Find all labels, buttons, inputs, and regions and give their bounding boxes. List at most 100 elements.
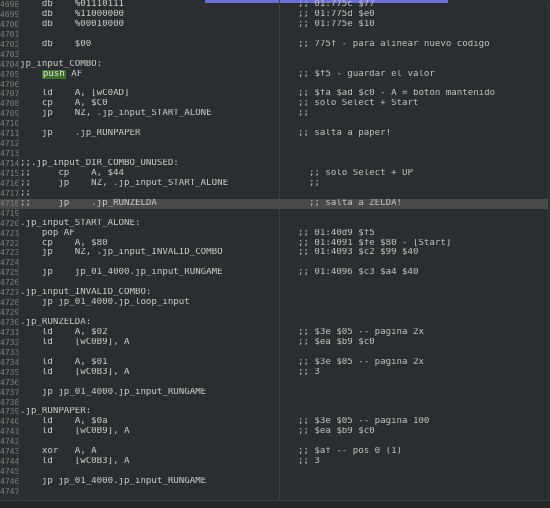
code-line[interactable]: 4719 <box>0 209 550 219</box>
code-line[interactable]: 4726 <box>0 278 550 288</box>
code-line[interactable]: 4704 jp_input_COMBO: <box>0 60 550 70</box>
code-line[interactable]: 4724 <box>0 258 550 268</box>
code-text[interactable]: ld [wC0B9], A <box>20 427 278 437</box>
code-line[interactable]: 4727 .jp_input_INVALID_COMBO: <box>0 288 550 298</box>
code-line[interactable]: 4732 ld [wC0B9], A ;; $ea $b9 $c0 <box>0 338 550 348</box>
code-text[interactable]: ;; <box>20 189 278 199</box>
code-text[interactable]: ld [wC0B3], A <box>20 457 278 467</box>
code-line[interactable]: 4720 .jp_input_START_ALONE: <box>0 219 550 229</box>
code-text[interactable]: jp_input_COMBO: <box>20 60 278 70</box>
code-text[interactable]: cp A, $80 <box>20 239 278 249</box>
code-line[interactable]: 4712 <box>0 139 550 149</box>
code-text[interactable]: jp NZ, .jp_input_INVALID_COMBO <box>20 248 278 258</box>
code-line[interactable]: 4711 jp .jp_RUNPAPER ;; salta a paper! <box>0 129 550 139</box>
code-text[interactable]: ld A, $01 <box>20 358 278 368</box>
code-comment: ;; $af -- pos 0 (1) <box>298 447 403 457</box>
code-line[interactable]: 4698 db %01110111 ;; 01:775c $77 <box>0 0 550 10</box>
code-line[interactable]: 4722 cp A, $80 ;; 01:4091 $fe $80 - [Star… <box>0 239 550 249</box>
code-line[interactable]: 4725 jp jp_01_4000.jp_input_RUNGAME ;; 01… <box>0 268 550 278</box>
code-line[interactable]: 4715;; cp A, $44 ;; solo Select + UP <box>0 169 550 179</box>
code-line[interactable]: 4741 ld [wC0B9], A ;; $ea $b9 $c0 <box>0 427 550 437</box>
code-text[interactable]: .jp_RUNZELDA: <box>20 318 278 328</box>
code-line[interactable]: 4730 .jp_RUNZELDA: <box>0 318 550 328</box>
code-line[interactable]: 4703 <box>0 50 550 60</box>
code-line[interactable]: 4718;; jp .jp_RUNZELDA ;; salta a ZELDA! <box>0 198 550 209</box>
code-text[interactable]: jp .jp_RUNPAPER <box>20 129 278 139</box>
code-lines[interactable]: 4698 db %01110111;; 01:775c $77 4699 db %… <box>0 0 550 497</box>
code-line[interactable]: 4714 ;;.jp_input_DIR_COMBO_UNUSED: <box>0 159 550 169</box>
code-text[interactable]: ld [wC0B3], A <box>20 368 278 378</box>
code-text[interactable]: jp jp_01_4000.jp_input_RUNGAME <box>20 268 278 278</box>
code-text[interactable]: ld [wC0B9], A <box>20 338 278 348</box>
code-text[interactable]: ;; jp NZ, .jp_input_START_ALONE <box>20 179 278 189</box>
code-text[interactable]: ;;.jp_input_DIR_COMBO_UNUSED: <box>20 159 278 169</box>
code-text[interactable]: .jp_input_INVALID_COMBO: <box>20 288 278 298</box>
line-number: 4732 <box>0 337 18 347</box>
code-line[interactable]: 4721 pop AF ;; 01:40d9 $f5 <box>0 229 550 239</box>
code-text[interactable]: ld A, [wC0AD] <box>20 89 278 99</box>
code-text[interactable]: pop AF <box>20 229 278 239</box>
code-line[interactable]: 4745 <box>0 467 550 477</box>
code-line[interactable]: 4746 jp jp_01_4000.jp_input_RUNGAME <box>0 477 550 487</box>
line-number: 4730 <box>0 318 18 327</box>
code-line[interactable]: 4733 <box>0 348 550 358</box>
code-text[interactable]: jp jp_01_4000.jp_input_RUNGAME <box>20 477 278 487</box>
code-editor[interactable]: 4698 db %01110111;; 01:775c $77 4699 db %… <box>0 0 550 500</box>
code-text[interactable]: db %11000000 <box>20 10 278 20</box>
line-number: 4699 <box>0 9 18 19</box>
code-text[interactable]: .jp_RUNPAPER: <box>20 407 278 417</box>
code-text[interactable]: ;; cp A, $44 <box>20 169 278 179</box>
code-line[interactable]: 4700 db %00010000 ;; 01:775e $10 <box>0 20 550 30</box>
code-line[interactable]: 4731 ld A, $02 ;; $3e $05 -- pagina 2x <box>0 328 550 338</box>
code-line[interactable]: 4734 ld A, $01 ;; $3e $05 -- pagina 2x <box>0 358 550 368</box>
code-line[interactable]: 4717;; <box>0 189 550 199</box>
code-operand: AF <box>65 69 83 79</box>
code-line[interactable]: 4744 ld [wC0B3], A ;; 3 <box>0 457 550 467</box>
code-text[interactable]: .jp_input_START_ALONE: <box>20 219 278 229</box>
line-number: 4734 <box>0 357 18 367</box>
code-line[interactable]: 4716;; jp NZ, .jp_input_START_ALONE ;; <box>0 179 550 189</box>
line-number: 4733 <box>0 347 18 357</box>
code-line[interactable]: 4729 <box>0 308 550 318</box>
code-line[interactable]: 4737 jp jp_01_4000.jp_input_RUNGAME <box>0 388 550 398</box>
line-number: 4704 <box>0 59 18 69</box>
code-comment: ;; $3e $05 -- pagina 2x <box>298 327 424 337</box>
code-text[interactable]: jp NZ, .jp_input_START_ALONE <box>20 109 278 119</box>
code-line[interactable]: 4738 <box>0 398 550 408</box>
code-text[interactable]: db %00010000 <box>20 20 278 30</box>
code-text[interactable]: ld A, $0a <box>20 417 278 427</box>
line-number: 4705 <box>0 69 18 79</box>
code-text[interactable]: db $00 <box>20 40 278 50</box>
line-number: 4740 <box>0 417 18 427</box>
line-number: 4747 <box>0 486 18 496</box>
code-line[interactable]: 4708 cp A, $C0 ;; solo Select + Start <box>0 99 550 109</box>
code-line[interactable]: 4710 <box>0 119 550 129</box>
line-number: 4728 <box>0 298 18 308</box>
code-text[interactable]: ld A, $02 <box>20 328 278 338</box>
code-line[interactable]: 4736 <box>0 378 550 388</box>
code-line[interactable]: 4706 <box>0 80 550 90</box>
code-line[interactable]: 4702 db $00 ;; 775f - para alinear nuevo … <box>0 40 550 50</box>
code-text[interactable]: ;; jp .jp_RUNZELDA <box>20 199 278 209</box>
code-line[interactable]: 4739 .jp_RUNPAPER: <box>0 407 550 417</box>
code-line[interactable]: 4747 <box>0 487 550 497</box>
code-text[interactable]: jp jp_01_4000.jp_loop_input <box>20 298 278 308</box>
code-text[interactable]: jp jp_01_4000.jp_input_RUNGAME <box>20 388 278 398</box>
code-comment: ;; 01:775e $10 <box>298 19 375 29</box>
code-line[interactable]: 4735 ld [wC0B3], A ;; 3 <box>0 368 550 378</box>
code-line[interactable]: 4723 jp NZ, .jp_input_INVALID_COMBO ;; 01… <box>0 248 550 258</box>
code-line[interactable]: 4709 jp NZ, .jp_input_START_ALONE;; <box>0 109 550 119</box>
code-line[interactable]: 4699 db %11000000 ;; 01:775d $e0 <box>0 10 550 20</box>
code-text[interactable]: xor A, A <box>20 447 278 457</box>
code-line[interactable]: 4707 ld A, [wC0AD] ;; $fa $ad $c0 - A = b… <box>0 89 550 99</box>
code-line[interactable]: 4743 xor A, A ;; $af -- pos 0 (1) <box>0 447 550 457</box>
code-line[interactable]: 4728 jp jp_01_4000.jp_loop_input <box>0 298 550 308</box>
code-text[interactable]: push AF <box>20 69 278 80</box>
code-text[interactable]: db %01110111 <box>20 0 278 10</box>
code-text[interactable]: cp A, $C0 <box>20 99 278 109</box>
code-line[interactable]: 4705 push AF ;; $f5 - guardar el valor <box>0 69 550 80</box>
code-line[interactable]: 4713 <box>0 149 550 159</box>
code-line[interactable]: 4742 <box>0 437 550 447</box>
code-line[interactable]: 4740 ld A, $0a ;; $3e $05 -- pagina 100 <box>0 417 550 427</box>
code-line[interactable]: 4701 <box>0 30 550 40</box>
